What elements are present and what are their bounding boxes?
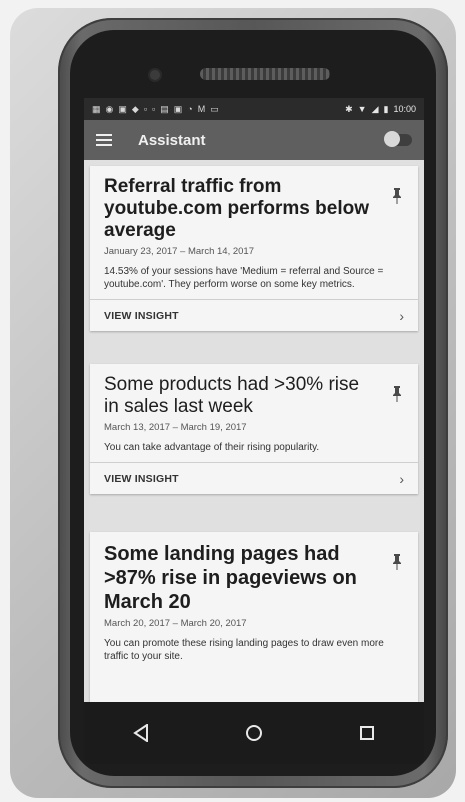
notification-icon: ▭	[210, 103, 219, 114]
card-date-range: January 23, 2017 – March 14, 2017	[104, 246, 254, 257]
card-date-range: March 13, 2017 – March 19, 2017	[104, 422, 247, 433]
chevron-right-icon: ›	[399, 307, 404, 324]
earpiece-speaker	[200, 68, 330, 80]
insight-card: Referral traffic from youtube.com perfor…	[90, 166, 418, 331]
notification-icon: ▦	[92, 103, 101, 114]
signal-icon: ◢	[371, 103, 379, 114]
whatsapp-icon: ◔	[187, 103, 193, 114]
clock-time: 10:00	[393, 104, 416, 114]
menu-icon[interactable]	[96, 134, 112, 146]
home-circle-icon	[245, 725, 262, 741]
phone-screen: ▦ ◉ ▣ ◆ ▫ ▫ ▤ ▣ ◔ M ▭ ✱ ▼ ◢ ▮ 10:00 Assi…	[84, 98, 424, 702]
system-navigation-bar	[84, 702, 424, 764]
card-body: Referral traffic from youtube.com perfor…	[90, 166, 418, 299]
front-camera-icon	[150, 70, 160, 80]
card-description: 14.53% of your sessions have 'Medium = r…	[104, 266, 384, 290]
notification-icon: ◉	[105, 103, 114, 114]
recents-button[interactable]	[347, 713, 387, 753]
battery-icon: ▮	[383, 103, 389, 114]
back-triangle-icon	[132, 724, 148, 742]
view-insight-button[interactable]: VIEW INSIGHT ›	[90, 299, 418, 331]
pin-icon[interactable]	[392, 386, 402, 402]
notification-icons: ▦ ◉ ▣ ◆ ▫ ▫ ▤ ▣ ◔ M ▭	[92, 104, 219, 115]
toggle-switch-icon[interactable]	[384, 131, 412, 147]
pin-icon[interactable]	[392, 188, 402, 204]
recents-square-icon	[360, 726, 375, 740]
app-title: Assistant	[138, 131, 206, 149]
bluetooth-icon: ✱	[345, 103, 353, 114]
home-button[interactable]	[234, 713, 274, 753]
card-date-range: March 20, 2017 – March 20, 2017	[104, 618, 247, 629]
insight-card: Some landing pages had >87% rise in page…	[90, 532, 418, 702]
card-body: Some products had >30% rise in sales las…	[90, 364, 418, 462]
chevron-right-icon: ›	[399, 470, 404, 487]
status-bar: ▦ ◉ ▣ ◆ ▫ ▫ ▤ ▣ ◔ M ▭ ✱ ▼ ◢ ▮ 10:00	[84, 98, 424, 120]
notification-icon: ▫	[152, 103, 156, 114]
notification-icon: ▫	[143, 103, 148, 114]
app-bar: Assistant	[84, 120, 424, 160]
view-insight-label: VIEW INSIGHT	[104, 472, 179, 485]
back-button[interactable]	[121, 713, 161, 753]
card-description: You can take advantage of their rising p…	[104, 442, 320, 453]
wifi-icon: ▼	[357, 104, 367, 114]
card-title: Some products had >30% rise in sales las…	[104, 374, 360, 417]
card-body: Some landing pages had >87% rise in page…	[90, 532, 418, 671]
system-icons: ✱ ▼ ◢ ▮ 10:00	[345, 104, 416, 115]
notification-icon: ▤	[160, 103, 169, 114]
gmail-icon: M	[197, 103, 206, 114]
notification-icon: ▣	[118, 103, 127, 114]
card-description: You can promote these rising landing pag…	[104, 638, 384, 662]
view-insight-button[interactable]: VIEW INSIGHT ›	[90, 462, 418, 494]
card-title: Referral traffic from youtube.com perfor…	[104, 176, 369, 241]
view-insight-label: VIEW INSIGHT	[104, 309, 179, 322]
notification-icon: ▣	[173, 103, 183, 114]
card-title: Some landing pages had >87% rise in page…	[104, 543, 357, 613]
notification-icon: ◆	[131, 103, 139, 114]
pin-icon[interactable]	[392, 554, 402, 570]
insight-card: Some products had >30% rise in sales las…	[90, 364, 418, 494]
